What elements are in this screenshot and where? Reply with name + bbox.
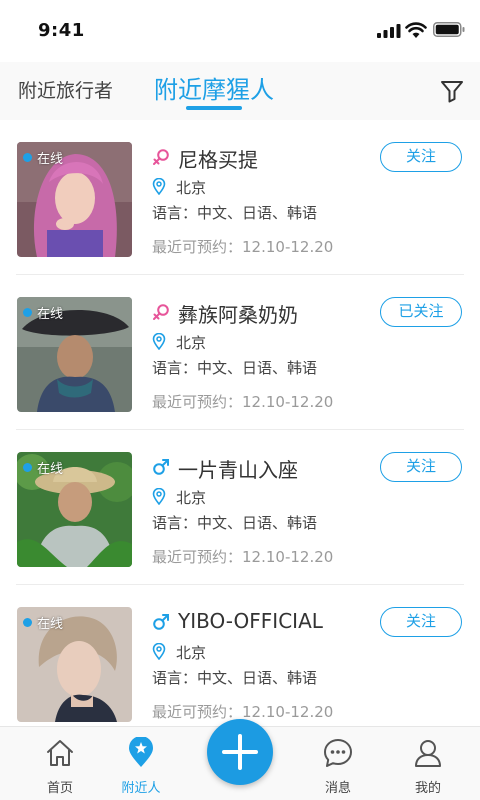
location-pin-icon [152, 643, 166, 660]
tab-nearby-travelers[interactable]: 附近旅行者 [18, 76, 113, 103]
guide-city: 北京 [176, 179, 207, 197]
guide-name[interactable]: 尼格买提 [178, 144, 258, 173]
guide-availability: 最近可预约：12.10-12.20 [152, 238, 334, 256]
online-badge: 在线 [23, 613, 63, 632]
online-label: 在线 [37, 152, 64, 167]
add-button[interactable] [207, 719, 273, 785]
guide-card[interactable]: 在线 YIBO-OFFICIAL 北京 语言：中文、日语、韩语 最近可预约：12… [0, 585, 480, 726]
following-button[interactable]: 已关注 [380, 297, 462, 327]
wifi-icon [405, 22, 427, 38]
home-icon [47, 740, 73, 766]
guide-list: 在线 尼格买提 北京 语言：中文、日语、韩语 最近可预约：12.10-12.20… [0, 120, 480, 726]
nav-messages[interactable]: 消息 [298, 727, 378, 800]
status-bar: 9:41 [0, 0, 480, 62]
guide-languages: 语言：中文、日语、韩语 [152, 514, 318, 532]
online-dot [23, 618, 32, 627]
nearby-pin-icon [129, 737, 153, 767]
nav-messages-label: 消息 [324, 781, 351, 796]
male-symbol-icon [153, 614, 169, 630]
guide-name[interactable]: 一片青山入座 [178, 454, 298, 483]
nav-mine-label: 我的 [414, 781, 441, 796]
location-pin-icon [152, 333, 166, 350]
follow-button[interactable]: 关注 [380, 607, 462, 637]
guide-availability: 最近可预约：12.10-12.20 [152, 393, 334, 411]
online-dot [23, 463, 32, 472]
online-dot [23, 308, 32, 317]
online-label: 在线 [37, 307, 64, 322]
chat-bubble-icon [324, 739, 352, 767]
guide-card[interactable]: 在线 一片青山入座 北京 语言：中文、日语、韩语 最近可预约：12.10-12.… [0, 430, 480, 585]
filter-icon[interactable] [439, 78, 465, 104]
guide-city: 北京 [176, 644, 207, 662]
guide-name[interactable]: 彝族阿桑奶奶 [178, 299, 298, 328]
guide-city: 北京 [176, 334, 207, 352]
online-dot [23, 153, 32, 162]
female-symbol-icon [153, 149, 169, 165]
guide-city: 北京 [176, 489, 207, 507]
online-label: 在线 [37, 462, 64, 477]
location-pin-icon [152, 178, 166, 195]
guide-languages: 语言：中文、日语、韩语 [152, 359, 318, 377]
online-badge: 在线 [23, 303, 63, 322]
follow-button[interactable]: 关注 [380, 452, 462, 482]
tab-nearby-guides[interactable]: 附近摩猩人 [154, 70, 274, 105]
guide-card[interactable]: 在线 尼格买提 北京 语言：中文、日语、韩语 最近可预约：12.10-12.20… [0, 120, 480, 275]
avatar[interactable]: 在线 [17, 297, 132, 412]
plus-icon [222, 734, 258, 770]
guide-languages: 语言：中文、日语、韩语 [152, 204, 318, 222]
battery-icon [433, 22, 465, 37]
nav-mine[interactable]: 我的 [388, 727, 468, 800]
avatar[interactable]: 在线 [17, 452, 132, 567]
location-pin-icon [152, 488, 166, 505]
top-tab-bar: 附近旅行者 附近摩猩人 [0, 62, 480, 120]
nav-home-label: 首页 [46, 781, 73, 796]
nav-home[interactable]: 首页 [20, 727, 100, 800]
female-symbol-icon [153, 304, 169, 320]
guide-name[interactable]: YIBO-OFFICIAL [178, 609, 323, 633]
user-icon [415, 740, 441, 767]
follow-button[interactable]: 关注 [380, 142, 462, 172]
avatar[interactable]: 在线 [17, 607, 132, 722]
nav-nearby-label: 附近人 [121, 781, 161, 796]
active-tab-indicator [186, 106, 242, 110]
guide-card[interactable]: 在线 彝族阿桑奶奶 北京 语言：中文、日语、韩语 最近可预约：12.10-12.… [0, 275, 480, 430]
online-label: 在线 [37, 617, 64, 632]
online-badge: 在线 [23, 458, 63, 477]
guide-languages: 语言：中文、日语、韩语 [152, 669, 318, 687]
guide-availability: 最近可预约：12.10-12.20 [152, 548, 334, 566]
male-symbol-icon [153, 459, 169, 475]
nav-nearby[interactable]: 附近人 [101, 727, 181, 800]
avatar[interactable]: 在线 [17, 142, 132, 257]
online-badge: 在线 [23, 148, 63, 167]
cellular-signal-icon [377, 24, 401, 38]
status-time: 9:41 [38, 20, 85, 41]
